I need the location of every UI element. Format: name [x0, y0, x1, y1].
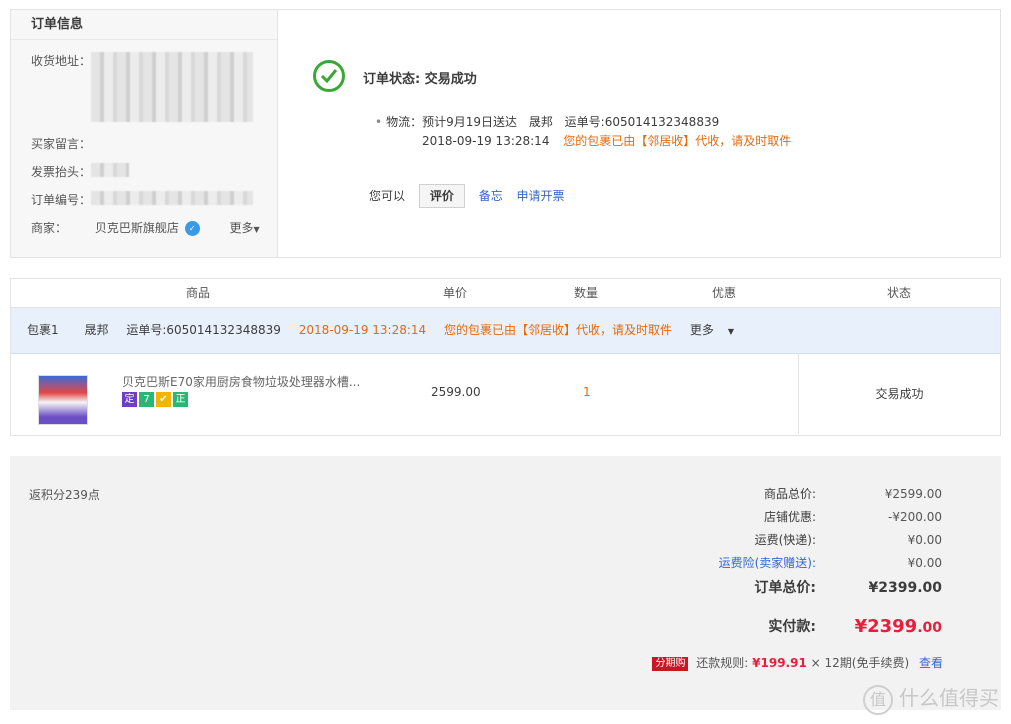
goods-total-row: 商品总价: ¥2599.00 [610, 484, 942, 504]
logistics-tracking: 运单号:605014132348839 [564, 115, 720, 129]
seller-badge-icon: ✓ [184, 221, 200, 236]
logistics-eta: 物流：预计9月19日送达 [386, 115, 517, 129]
shipping-insurance-row: 运费险(卖家赠送): ¥0.00 [610, 553, 942, 573]
chevron-down-icon: ▼ [253, 225, 260, 234]
address-label: 收货地址： [31, 54, 92, 68]
shop-discount-row: 店铺优惠: -¥200.00 [610, 507, 942, 527]
item-price: 2599.00 [431, 385, 481, 399]
table-header: 商品 单价 数量 优惠 状态 [11, 279, 1000, 308]
tag-deposit-icon[interactable]: 定 [122, 392, 137, 407]
package-message: 您的包裹已由【邻居收】代收，请及时取件 [444, 323, 673, 337]
rate-button[interactable]: 评价 [418, 184, 465, 208]
memo-link[interactable]: 备忘 [479, 189, 503, 203]
logistics-line-2: 2018-09-19 13:28:14 您的包裹已由【邻居收】代收，请及时取件 [375, 132, 791, 151]
shipping-label: 运费(快递): [754, 533, 816, 547]
logistics-message: 您的包裹已由【邻居收】代收，请及时取件 [563, 134, 792, 148]
seller-more-link[interactable]: 更多▼ [230, 221, 260, 235]
installment-view-link[interactable]: 查看 [919, 656, 943, 670]
paid-amount: ¥2399 [854, 616, 918, 637]
order-number-label: 订单编号： [31, 193, 92, 207]
payment-summary: 返积分239点 商品总价: ¥2599.00 店铺优惠: -¥200.00 运费… [10, 456, 1001, 710]
watermark: 值什么值得买 [863, 682, 999, 715]
package-more-label: 更多 [689, 323, 714, 337]
installment-prefix: 还款规则: [696, 656, 749, 670]
header-status: 状态 [887, 286, 912, 300]
seller-label: 商家： [31, 221, 68, 235]
address-redacted [91, 52, 253, 122]
package-tracking: 运单号:605014132348839 [126, 323, 281, 337]
logistics-time: 2018-09-19 13:28:14 [422, 134, 550, 148]
buyer-message-row: 买家留言： [31, 135, 91, 152]
seller-row: 商家： 贝克巴斯旗舰店 ✓ 更多▼ [31, 219, 260, 236]
item-status: 交易成功 [798, 354, 1000, 434]
shop-discount-value: -¥200.00 [888, 510, 942, 524]
order-top-panel: 订单信息 收货地址： 买家留言： 发票抬头： 订单编号： 商家： 贝克巴斯旗舰店… [10, 9, 1001, 258]
invoice-label: 发票抬头： [31, 165, 92, 179]
table-row: 贝克巴斯E70家用厨房食物垃圾处理器水槽... 定 7 ✔ 正 2599.00 1 交… [11, 354, 1000, 434]
goods-total-value: ¥2599.00 [884, 487, 942, 501]
package-carrier: 晟邦 [84, 323, 109, 337]
success-check-icon [313, 60, 345, 92]
product-title-link[interactable]: 贝克巴斯E70家用厨房食物垃圾处理器水槽... [122, 373, 372, 390]
order-info-heading: 订单信息 [11, 10, 277, 40]
header-discount: 优惠 [712, 286, 737, 300]
installment-tag: 分期购 [652, 656, 689, 671]
order-total-value: ¥2399.00 [868, 580, 942, 596]
header-quantity: 数量 [574, 286, 599, 300]
order-items-table: 商品 单价 数量 优惠 状态 包裹1 晟邦 运单号:60501413234883… [10, 278, 1001, 436]
chevron-down-icon: ▼ [727, 327, 735, 336]
shop-discount-label: 店铺优惠: [763, 510, 816, 524]
invoice-request-link[interactable]: 申请开票 [517, 189, 565, 203]
installment-info: 分期购 还款规则: ¥199.91 × 12期(免手续费) 查看 [652, 654, 943, 671]
invoice-redacted [91, 163, 129, 177]
shipping-insurance-link[interactable]: 运费险(卖家赠送): [719, 553, 816, 573]
watermark-text: 什么值得买 [899, 686, 999, 710]
buyer-message-label: 买家留言： [31, 137, 92, 151]
package-bar: 包裹1 晟邦 运单号:605014132348839 2018-09-19 13… [11, 308, 1000, 354]
logistics-carrier: 晟邦 [528, 115, 553, 129]
reward-points: 返积分239点 [29, 488, 100, 502]
item-quantity: 1 [583, 385, 591, 399]
address-row: 收货地址： [31, 52, 91, 69]
tag-shield-icon[interactable]: ✔ [156, 392, 171, 407]
shipping-row: 运费(快递): ¥0.00 [610, 530, 942, 550]
tag-genuine-icon[interactable]: 正 [173, 392, 188, 407]
invoice-row: 发票抬头： [31, 163, 91, 180]
paid-cents: .00 [917, 620, 942, 636]
logistics-line-1: • 物流：预计9月19日送达 晟邦 运单号:605014132348839 [375, 113, 791, 132]
order-status-panel: 订单状态: 交易成功 • 物流：预计9月19日送达 晟邦 运单号:60501413… [279, 10, 1000, 257]
installment-suffix: × 12期(免手续费) [810, 656, 910, 670]
shipping-insurance-value: ¥0.00 [907, 556, 942, 570]
package-time: 2018-09-19 13:28:14 [298, 323, 427, 337]
logistics-info: • 物流：预计9月19日送达 晟邦 运单号:605014132348839 201… [375, 113, 791, 151]
package-label: 包裹1 [27, 323, 59, 337]
tag-7day-return-icon[interactable]: 7 [139, 392, 154, 407]
order-total-label: 订单总价: [754, 580, 816, 596]
order-status-title: 订单状态: 交易成功 [363, 72, 477, 87]
shipping-value: ¥0.00 [907, 533, 942, 547]
installment-amount: ¥199.91 [752, 656, 807, 670]
order-actions: 您可以 评价 备忘 申请开票 [369, 184, 575, 208]
product-thumbnail[interactable] [38, 375, 88, 425]
package-more-link[interactable]: 更多 ▼ [690, 323, 748, 337]
order-info-panel: 订单信息 收货地址： 买家留言： 发票抬头： 订单编号： 商家： 贝克巴斯旗舰店… [11, 10, 278, 257]
order-number-row: 订单编号： [31, 191, 91, 208]
seller-link[interactable]: 贝克巴斯旗舰店 [95, 221, 179, 235]
header-product: 商品 [186, 286, 211, 300]
bullet-icon: • [375, 115, 383, 129]
header-price: 单价 [443, 286, 468, 300]
watermark-logo-icon: 值 [863, 684, 893, 715]
goods-total-label: 商品总价: [763, 487, 816, 501]
service-tags: 定 7 ✔ 正 [122, 392, 190, 407]
more-label: 更多 [229, 221, 254, 235]
paid-row: 实付款: ¥2399.00 [610, 617, 942, 637]
paid-value: ¥2399.00 [855, 617, 942, 638]
actions-lead: 您可以 [369, 189, 406, 203]
order-total-row: 订单总价: ¥2399.00 [610, 578, 942, 598]
paid-label: 实付款: [768, 619, 816, 635]
order-number-redacted [91, 191, 253, 205]
